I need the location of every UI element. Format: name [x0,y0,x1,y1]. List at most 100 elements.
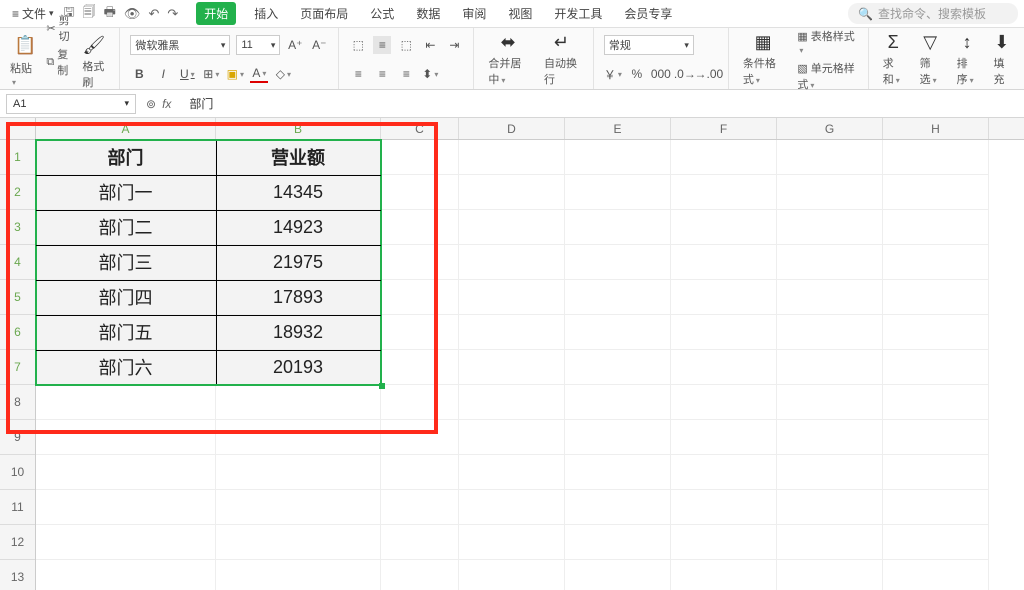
cell[interactable] [671,385,777,420]
cell[interactable] [777,315,883,350]
align-top-button[interactable]: ⬚ [349,36,367,54]
cell[interactable] [565,245,671,280]
cell[interactable] [459,210,565,245]
cell[interactable] [671,490,777,525]
cell[interactable] [459,455,565,490]
col-header-A[interactable]: A [36,118,216,139]
wrap-button[interactable]: ↵ 自动换行 [540,30,583,89]
cell[interactable] [565,525,671,560]
cell[interactable] [565,560,671,590]
cell[interactable] [381,455,459,490]
cell[interactable] [381,210,459,245]
cell[interactable]: 18932 [216,315,381,350]
cell[interactable] [883,525,989,560]
cell[interactable] [565,210,671,245]
cell[interactable] [777,490,883,525]
cell[interactable] [883,245,989,280]
conditional-format-button[interactable]: ▦ 条件格式 [739,30,788,89]
cell[interactable] [883,315,989,350]
cell[interactable] [381,560,459,590]
comma-button[interactable]: 000 [652,65,670,83]
row-header-12[interactable]: 12 [0,525,35,560]
formula-icon[interactable]: ⊚ [146,97,156,111]
orientation-button[interactable]: ⬍ [421,65,439,83]
cut-button[interactable]: ✂剪切 [46,12,72,44]
row-header-7[interactable]: 7 [0,350,35,385]
underline-button[interactable]: U [178,65,196,83]
cell[interactable] [671,210,777,245]
paste-button[interactable]: 📋 [10,33,40,58]
cell[interactable] [777,140,883,175]
tab-review[interactable]: 审阅 [458,1,490,26]
cell-style-button[interactable]: ▧单元格样式 [797,60,857,92]
cell[interactable] [381,350,459,385]
cell[interactable] [883,175,989,210]
cell[interactable] [381,280,459,315]
cell[interactable] [671,280,777,315]
filter-button[interactable]: ▽筛选 [916,30,945,89]
cell[interactable] [671,420,777,455]
cell[interactable] [883,280,989,315]
tab-pagelayout[interactable]: 页面布局 [296,1,352,26]
tab-insert[interactable]: 插入 [250,1,282,26]
cell[interactable]: 21975 [216,245,381,280]
cell[interactable] [459,245,565,280]
cell[interactable] [381,525,459,560]
cell[interactable] [565,175,671,210]
font-size-select[interactable]: 11▾ [236,35,280,55]
cell[interactable] [459,385,565,420]
row-header-2[interactable]: 2 [0,175,35,210]
cell[interactable]: 17893 [216,280,381,315]
align-left-button[interactable]: ≡ [349,65,367,83]
cell[interactable]: 14345 [216,175,381,210]
cell[interactable]: 20193 [216,350,381,385]
save-as-icon[interactable]: 🗐 [83,3,96,25]
cell[interactable]: 部门二 [36,210,216,245]
cell[interactable] [671,245,777,280]
cell[interactable] [883,385,989,420]
cell[interactable]: 部门 [36,140,216,175]
cell[interactable] [777,420,883,455]
cell[interactable] [671,315,777,350]
increase-font-button[interactable]: A⁺ [286,36,304,54]
row-header-5[interactable]: 5 [0,280,35,315]
number-format-select[interactable]: 常规▾ [604,35,694,55]
cell[interactable] [36,525,216,560]
col-header-H[interactable]: H [883,118,989,139]
cell[interactable] [381,420,459,455]
cell[interactable] [459,315,565,350]
cell[interactable]: 部门一 [36,175,216,210]
redo-icon[interactable]: ↷ [167,6,178,22]
col-header-E[interactable]: E [565,118,671,139]
tab-formula[interactable]: 公式 [366,1,398,26]
sort-button[interactable]: ↕排序 [953,30,982,89]
table-style-button[interactable]: ▦表格样式 [797,28,857,56]
cell[interactable] [565,385,671,420]
cell[interactable] [777,385,883,420]
row-header-6[interactable]: 6 [0,315,35,350]
percent-button[interactable]: % [628,65,646,83]
formatpainter-button[interactable]: 🖌 [78,33,109,58]
col-header-C[interactable]: C [381,118,459,139]
col-header-B[interactable]: B [216,118,381,139]
cell[interactable] [565,315,671,350]
increase-decimal-button[interactable]: →.00 [700,65,718,83]
cell[interactable] [459,280,565,315]
italic-button[interactable]: I [154,65,172,83]
cell[interactable] [777,245,883,280]
cell[interactable] [216,560,381,590]
bold-button[interactable]: B [130,65,148,83]
cell[interactable] [565,420,671,455]
fillcolor-button[interactable]: ▣ [226,65,244,83]
fill-handle[interactable] [379,383,385,389]
undo-icon[interactable]: ↶ [148,6,159,22]
fontcolor-button[interactable]: A [250,65,268,83]
align-right-button[interactable]: ≡ [397,65,415,83]
row-header-1[interactable]: 1 [0,140,35,175]
cell[interactable] [36,385,216,420]
cell[interactable] [777,455,883,490]
cell[interactable] [883,350,989,385]
cell[interactable]: 营业额 [216,140,381,175]
cell[interactable] [216,490,381,525]
cell[interactable]: 部门六 [36,350,216,385]
